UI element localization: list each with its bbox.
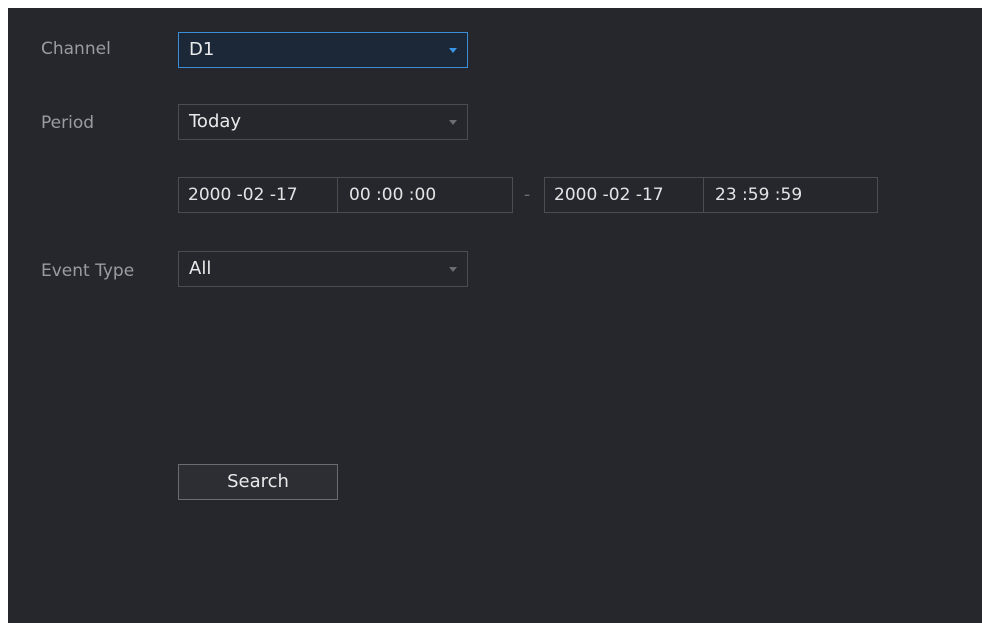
event-type-select[interactable]: All	[178, 251, 468, 287]
end-date[interactable]: 2000 -02 -17	[554, 178, 664, 212]
event-type-label: Event Type	[41, 261, 135, 281]
end-time[interactable]: 23 :59 :59	[715, 178, 802, 212]
search-panel: Channel D1 Period Today 2000 -02 -17 00 …	[8, 8, 982, 623]
field-divider	[703, 178, 704, 212]
period-value: Today	[189, 111, 242, 132]
channel-label: Channel	[41, 39, 111, 59]
channel-value: D1	[189, 39, 215, 60]
chevron-down-icon	[449, 48, 457, 53]
range-separator: -	[524, 185, 531, 205]
start-date[interactable]: 2000 -02 -17	[188, 178, 298, 212]
start-datetime-field[interactable]: 2000 -02 -17 00 :00 :00	[178, 177, 513, 213]
period-label: Period	[41, 113, 95, 133]
event-type-value: All	[189, 258, 212, 279]
period-select[interactable]: Today	[178, 104, 468, 140]
search-button[interactable]: Search	[178, 464, 338, 500]
end-datetime-field[interactable]: 2000 -02 -17 23 :59 :59	[544, 177, 878, 213]
chevron-down-icon	[449, 267, 457, 272]
field-divider	[337, 178, 338, 212]
chevron-down-icon	[449, 120, 457, 125]
start-time[interactable]: 00 :00 :00	[349, 178, 436, 212]
channel-select[interactable]: D1	[178, 32, 468, 68]
